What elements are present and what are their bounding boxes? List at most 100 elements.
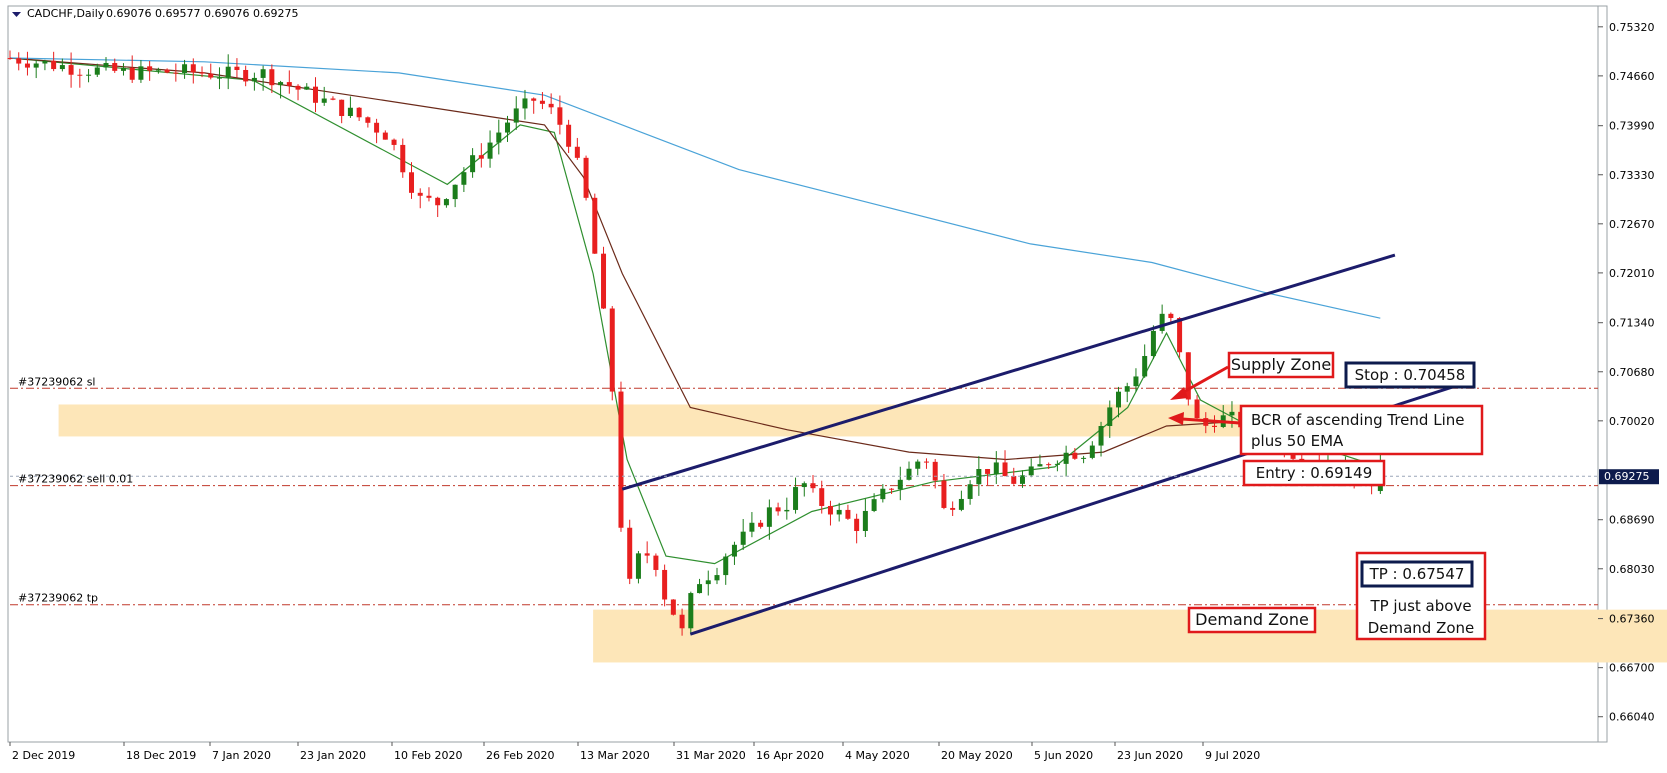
candle (1124, 382, 1130, 403)
stop-label: Stop : 0.70458 (1355, 366, 1466, 384)
candle (950, 501, 956, 516)
candle-body (260, 69, 266, 78)
candle-body (103, 63, 109, 68)
candle-body (784, 509, 790, 512)
candle (1177, 317, 1183, 358)
candle (758, 519, 764, 529)
candle-body (1063, 452, 1069, 464)
candle (1089, 441, 1095, 460)
y-tick-label: 0.75320 (1609, 21, 1655, 34)
candle (915, 459, 921, 476)
bcr-label-line1: BCR of ascending Trend Line (1251, 411, 1464, 429)
y-tick-label: 0.66040 (1609, 711, 1655, 724)
candle-body (566, 124, 572, 147)
candle-body (7, 58, 13, 60)
candle-body (68, 65, 74, 75)
candle-body (356, 107, 362, 118)
candle-body (470, 155, 476, 173)
candle (269, 64, 275, 94)
candle (653, 553, 659, 577)
candle-body (1185, 352, 1191, 400)
candle (225, 54, 231, 90)
symbol-menu-icon[interactable] (12, 12, 21, 17)
candle (609, 306, 615, 401)
x-tick-label: 16 Apr 2020 (756, 749, 824, 762)
candle (670, 599, 676, 616)
candle (330, 96, 336, 101)
x-tick-label: 10 Feb 2020 (394, 749, 462, 762)
candle (810, 475, 816, 493)
candle (286, 70, 292, 94)
x-tick-label: 18 Dec 2019 (126, 749, 196, 762)
candle-body (1150, 330, 1156, 357)
x-tick-label: 4 May 2020 (845, 749, 910, 762)
candle-body (749, 522, 755, 532)
candle (906, 461, 912, 481)
candle (1142, 344, 1148, 378)
candle-body (531, 98, 537, 101)
candle (618, 381, 624, 532)
candle-body (653, 555, 659, 570)
candle (356, 107, 362, 122)
candle-body (583, 157, 589, 198)
candle-body (985, 469, 991, 474)
candle (1081, 455, 1087, 464)
candle-body (609, 308, 615, 392)
candle (443, 198, 449, 208)
candle-body (723, 556, 729, 576)
candle (478, 143, 484, 168)
candle-body (539, 100, 545, 104)
candle-body (1037, 464, 1043, 467)
candle (417, 188, 423, 209)
candle (208, 63, 214, 80)
candle (164, 68, 170, 74)
candle (382, 130, 388, 140)
candle (941, 473, 947, 510)
candle-body (871, 499, 877, 511)
candle (59, 58, 65, 72)
candle-body (1159, 313, 1165, 331)
candle (1063, 445, 1069, 477)
candle-body (487, 142, 493, 159)
candle-body (400, 144, 406, 173)
candle (234, 58, 240, 78)
entry-label: Entry : 0.69149 (1256, 464, 1373, 482)
demand-zone-label: Demand Zone (1195, 610, 1309, 629)
candle (880, 484, 886, 503)
candle-body (819, 488, 825, 506)
candle-body (836, 509, 842, 515)
y-tick-label: 0.67360 (1609, 613, 1655, 626)
ma-line-2 (9, 57, 1381, 319)
candle (740, 518, 746, 550)
candle (295, 84, 301, 101)
candle (103, 57, 109, 71)
candle-body (1115, 391, 1121, 408)
candle (1098, 421, 1104, 457)
order-line-label-2: #37239062 tp (18, 592, 98, 605)
candle-body (278, 82, 284, 86)
candle (243, 65, 249, 87)
y-tick-label: 0.71340 (1609, 317, 1655, 330)
candle (531, 97, 537, 114)
candle-body (574, 146, 580, 158)
candle (714, 567, 720, 585)
candle (723, 553, 729, 585)
candle (635, 550, 641, 584)
candle-body (688, 593, 694, 629)
candle-body (120, 67, 126, 71)
x-tick-label: 9 Jul 2020 (1205, 749, 1260, 762)
candle-body (16, 58, 22, 64)
x-tick-label: 31 Mar 2020 (676, 749, 746, 762)
candle-body (173, 72, 179, 74)
x-tick-label: 20 May 2020 (941, 749, 1013, 762)
candle-body (758, 522, 764, 527)
candle (391, 138, 397, 151)
candle-body (670, 599, 676, 615)
candle (452, 184, 458, 208)
y-tick-label: 0.72010 (1609, 267, 1655, 280)
candle (775, 502, 781, 516)
entry-annotation: Entry : 0.69149 (1242, 459, 1386, 487)
candle-body (950, 507, 956, 510)
candle-body (33, 63, 39, 68)
candle-body (1081, 457, 1087, 459)
